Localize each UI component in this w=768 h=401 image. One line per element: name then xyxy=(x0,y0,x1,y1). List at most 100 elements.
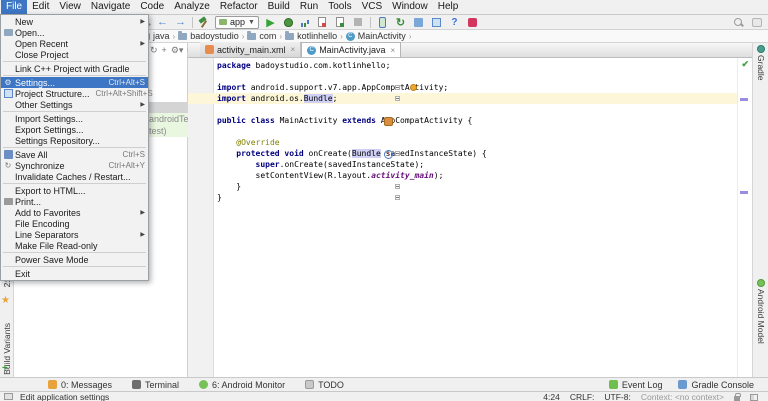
breadcrumb-item-badoystudio[interactable]: badoystudio xyxy=(178,31,239,41)
line-separator-widget[interactable]: CRLF: xyxy=(570,393,595,401)
project-structure-icon xyxy=(4,89,13,98)
menu-item-make-file-read-only[interactable]: Make File Read-only xyxy=(1,240,148,251)
menu-navigate[interactable]: Navigate xyxy=(86,0,135,14)
override-gutter-icon[interactable]: ↑ xyxy=(384,150,393,159)
menu-item-settings-repository[interactable]: Settings Repository... xyxy=(1,135,148,146)
class-gutter-icon[interactable] xyxy=(384,117,393,126)
lock-icon[interactable] xyxy=(734,396,740,401)
locate-file-icon[interactable]: + xyxy=(162,45,167,55)
menu-item-open-recent[interactable]: Open Recent▶ xyxy=(1,38,148,49)
fold-icon[interactable] xyxy=(395,85,400,90)
fold-icon[interactable] xyxy=(395,151,400,156)
tool-window-button-event-log[interactable]: Event Log xyxy=(609,380,663,390)
change-marker[interactable] xyxy=(740,191,748,194)
menu-item-save-all[interactable]: Save AllCtrl+S xyxy=(1,149,148,160)
menu-analyze[interactable]: Analyze xyxy=(169,0,215,14)
gradlec-icon xyxy=(678,380,687,389)
stop-icon[interactable] xyxy=(354,18,362,26)
tab-activity-main-xml[interactable]: activity_main.xml× xyxy=(200,42,301,57)
tab-mainactivity-java[interactable]: CMainActivity.java× xyxy=(301,42,401,57)
debug-icon[interactable] xyxy=(284,18,293,27)
menu-item-new[interactable]: New▶ xyxy=(1,16,148,27)
tool-window-button-todo[interactable]: TODO xyxy=(305,380,344,390)
menu-refactor[interactable]: Refactor xyxy=(215,0,263,14)
tool-window-button-6-android-monitor[interactable]: 6: Android Monitor xyxy=(199,380,285,390)
context-widget[interactable]: Context: <no context> xyxy=(641,393,724,401)
attach-debugger-icon[interactable] xyxy=(336,17,344,27)
avd-manager-icon[interactable] xyxy=(379,17,386,28)
intention-bulb-icon[interactable] xyxy=(410,84,417,91)
menu-run[interactable]: Run xyxy=(295,0,323,14)
menu-item-export-to-html[interactable]: Export to HTML... xyxy=(1,185,148,196)
change-marker[interactable] xyxy=(740,98,748,101)
favorites-star-icon[interactable]: ★ xyxy=(1,295,10,306)
menu-item-settings[interactable]: ⚙Settings...Ctrl+Alt+S xyxy=(1,77,148,88)
code-editor[interactable]: package badoystudio.com.kotlinhello;impo… xyxy=(188,58,752,377)
fold-icon[interactable] xyxy=(395,96,400,101)
tool-window-button-gradle-console[interactable]: Gradle Console xyxy=(678,380,754,390)
menu-item-other-settings[interactable]: Other Settings▶ xyxy=(1,99,148,110)
android-model-tool-button[interactable]: Android Model xyxy=(753,279,768,344)
project-gear-icon[interactable]: ⚙▾ xyxy=(171,45,184,56)
menu-item-export-settings[interactable]: Export Settings... xyxy=(1,124,148,135)
make-project-icon[interactable] xyxy=(198,16,210,28)
gradle-tool-button[interactable]: Gradle xyxy=(753,45,768,81)
close-icon[interactable]: × xyxy=(391,46,396,55)
menu-item-synchronize[interactable]: ↻SynchronizeCtrl+Alt+Y xyxy=(1,160,148,171)
close-icon[interactable]: × xyxy=(291,45,296,54)
menu-edit[interactable]: Edit xyxy=(27,0,54,14)
menu-item-invalidate-caches-restart[interactable]: Invalidate Caches / Restart... xyxy=(1,171,148,182)
error-stripe[interactable]: ✔ xyxy=(737,58,752,377)
menu-view[interactable]: View xyxy=(54,0,86,14)
breadcrumb-item-mainactivity[interactable]: CMainActivity xyxy=(346,31,406,41)
tool-window-button-0-messages[interactable]: 0: Messages xyxy=(48,380,112,390)
menu-item-link-c-project-with-gradle[interactable]: Link C++ Project with Gradle xyxy=(1,63,148,74)
window-frame-icon[interactable] xyxy=(752,18,762,27)
menu-item-import-settings[interactable]: Import Settings... xyxy=(1,113,148,124)
menu-window[interactable]: Window xyxy=(387,0,433,14)
firebase-icon[interactable] xyxy=(468,18,477,27)
sdk-manager-icon[interactable] xyxy=(414,18,423,27)
search-everywhere-icon[interactable] xyxy=(734,18,744,28)
code-line: protected void onCreate(Bundle savedInst… xyxy=(188,148,752,159)
caret-position[interactable]: 4:24 xyxy=(543,393,560,401)
project-structure-icon[interactable] xyxy=(432,18,441,27)
memory-indicator-icon[interactable] xyxy=(750,394,758,401)
menu-item-exit[interactable]: Exit xyxy=(1,268,148,279)
menu-item-print[interactable]: Print... xyxy=(1,196,148,207)
settings-icon: ⚙ xyxy=(1,78,15,88)
menu-file[interactable]: File xyxy=(1,0,27,14)
menu-item-project-structure[interactable]: Project Structure...Ctrl+Alt+Shift+S xyxy=(1,88,148,99)
menu-build[interactable]: Build xyxy=(263,0,295,14)
breadcrumb-item-com[interactable]: com xyxy=(247,31,276,41)
menu-vcs[interactable]: VCS xyxy=(357,0,388,14)
menu-separator xyxy=(3,61,146,62)
tool-window-button-terminal[interactable]: Terminal xyxy=(132,380,179,390)
breadcrumb-item-kotlinhello[interactable]: kotlinhello xyxy=(285,31,337,41)
back-icon[interactable]: ← xyxy=(156,16,169,29)
tool-window-toggle-icon[interactable] xyxy=(4,393,13,400)
menu-help[interactable]: Help xyxy=(433,0,464,14)
run-with-coverage-icon[interactable] xyxy=(318,17,326,27)
menu-item-add-to-favorites[interactable]: Add to Favorites▶ xyxy=(1,207,148,218)
menu-item-close-project[interactable]: Close Project xyxy=(1,49,148,60)
menu-item-file-encoding[interactable]: File Encoding xyxy=(1,218,148,229)
project-sync-icon[interactable]: ↻ xyxy=(150,45,158,56)
profile-icon[interactable] xyxy=(300,17,311,28)
menu-item-label: Open Recent xyxy=(15,39,68,49)
run-configuration-select[interactable]: app ▼ xyxy=(215,16,259,29)
gradle-sync-icon[interactable]: ↻ xyxy=(394,16,407,29)
menu-item-open[interactable]: Open... xyxy=(1,27,148,38)
fold-icon[interactable] xyxy=(395,184,400,189)
menu-item-spacer xyxy=(1,241,15,251)
help-icon[interactable]: ? xyxy=(448,16,461,29)
menu-code[interactable]: Code xyxy=(135,0,169,14)
code-line xyxy=(188,126,752,137)
run-button-icon[interactable]: ▶ xyxy=(264,16,277,29)
menu-item-line-separators[interactable]: Line Separators▶ xyxy=(1,229,148,240)
forward-icon[interactable]: → xyxy=(174,16,187,29)
menu-tools[interactable]: Tools xyxy=(323,0,356,14)
encoding-widget[interactable]: UTF-8: xyxy=(604,393,630,401)
menu-item-power-save-mode[interactable]: Power Save Mode xyxy=(1,254,148,265)
fold-icon[interactable] xyxy=(395,195,400,200)
